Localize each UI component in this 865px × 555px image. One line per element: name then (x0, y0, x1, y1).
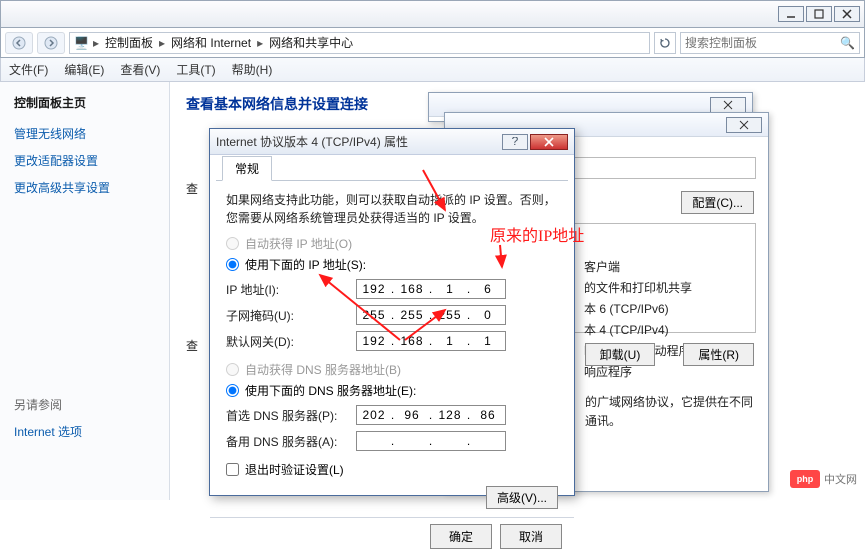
chevron-right-icon: ▸ (257, 36, 263, 50)
sidebar-link-sharing[interactable]: 更改高级共享设置 (14, 179, 155, 196)
close-button[interactable] (530, 134, 568, 150)
back-button[interactable] (5, 32, 33, 54)
sidebar-link-wireless[interactable]: 管理无线网络 (14, 125, 155, 142)
tab-general[interactable]: 常规 (222, 156, 272, 181)
radio-auto-dns[interactable]: 自动获得 DNS 服务器地址(B) (226, 361, 558, 378)
ipv4-properties-dialog: Internet 协议版本 4 (TCP/IPv4) 属性 ? 常规 如果网络支… (209, 128, 575, 496)
chevron-right-icon: ▸ (93, 36, 99, 50)
radio-manual-ip[interactable]: 使用下面的 IP 地址(S): (226, 256, 558, 273)
protocol-note: 的广域网络协议，它提供在不同通讯。 (585, 393, 754, 431)
watermark: php 中文网 (790, 470, 857, 488)
sidebar-link-adapter[interactable]: 更改适配器设置 (14, 152, 155, 169)
dns1-field[interactable]: 202.96.128.86 (356, 405, 506, 425)
advanced-button[interactable]: 高级(V)... (486, 486, 558, 509)
close-icon[interactable] (710, 97, 746, 113)
menu-help[interactable]: 帮助(H) (232, 61, 273, 78)
gateway-label: 默认网关(D): (226, 333, 356, 350)
chevron-right-icon: ▸ (159, 36, 165, 50)
maximize-button[interactable] (806, 6, 832, 22)
properties-button[interactable]: 属性(R) (683, 343, 754, 366)
menu-view[interactable]: 查看(V) (120, 61, 160, 78)
breadcrumb-root[interactable]: 控制面板 (103, 34, 155, 51)
svg-text:?: ? (512, 137, 519, 147)
dialog-title: Internet 协议版本 4 (TCP/IPv4) 属性 (216, 133, 408, 150)
breadcrumb-mid[interactable]: 网络和 Internet (169, 34, 253, 51)
minimize-button[interactable] (778, 6, 804, 22)
watermark-logo: php (790, 470, 820, 488)
uninstall-button[interactable]: 卸载(U) (585, 343, 656, 366)
checkbox-input[interactable] (226, 463, 239, 476)
refresh-button[interactable] (654, 32, 676, 54)
sidebar: 控制面板主页 管理无线网络 更改适配器设置 更改高级共享设置 另请参阅 Inte… (0, 82, 170, 500)
dns2-label: 备用 DNS 服务器(A): (226, 433, 356, 450)
list-item[interactable]: 客户端 (584, 258, 749, 275)
ip-address-field[interactable]: 192.168.1.6 (356, 279, 506, 299)
list-item[interactable]: 的文件和打印机共享 (584, 279, 749, 296)
radio-manual-dns[interactable]: 使用下面的 DNS 服务器地址(E): (226, 382, 558, 399)
dns2-field[interactable]: ... (356, 431, 506, 451)
search-input[interactable] (685, 36, 840, 50)
tab-row: 常规 (216, 159, 568, 181)
radio-auto-ip[interactable]: 自动获得 IP 地址(O) (226, 235, 558, 252)
forward-button[interactable] (37, 32, 65, 54)
validate-checkbox-row[interactable]: 退出时验证设置(L) (226, 461, 558, 478)
ip-address-label: IP 地址(I): (226, 281, 356, 298)
sidebar-heading[interactable]: 控制面板主页 (14, 94, 155, 111)
window-titlebar (0, 0, 865, 28)
search-icon: 🔍 (840, 36, 855, 50)
close-button[interactable] (834, 6, 860, 22)
watermark-text: 中文网 (824, 471, 857, 487)
radio-input[interactable] (226, 363, 239, 376)
radio-input[interactable] (226, 384, 239, 397)
menu-edit[interactable]: 编辑(E) (64, 61, 104, 78)
breadcrumb-leaf[interactable]: 网络和共享中心 (267, 34, 355, 51)
ok-button[interactable]: 确定 (430, 524, 492, 549)
subnet-mask-label: 子网掩码(U): (226, 307, 356, 324)
help-button[interactable]: ? (502, 134, 528, 150)
description-text: 如果网络支持此功能，则可以获取自动指派的 IP 设置。否则，您需要从网络系统管理… (226, 191, 558, 227)
computer-icon: 🖥️ (74, 36, 89, 50)
configure-button[interactable]: 配置(C)... (681, 191, 754, 214)
menu-file[interactable]: 文件(F) (9, 61, 48, 78)
radio-input[interactable] (226, 237, 239, 250)
dns1-label: 首选 DNS 服务器(P): (226, 407, 356, 424)
subnet-mask-field[interactable]: 255.255.255.0 (356, 305, 506, 325)
sidebar-also-label: 另请参阅 (14, 396, 155, 413)
list-item[interactable]: 本 4 (TCP/IPv4) (584, 321, 749, 338)
cancel-button[interactable]: 取消 (500, 524, 562, 549)
breadcrumb[interactable]: 🖥️ ▸ 控制面板 ▸ 网络和 Internet ▸ 网络和共享中心 (69, 32, 650, 54)
menu-tools[interactable]: 工具(T) (176, 61, 215, 78)
gateway-field[interactable]: 192.168.1.1 (356, 331, 506, 351)
menu-bar: 文件(F) 编辑(E) 查看(V) 工具(T) 帮助(H) (0, 58, 865, 82)
sidebar-link-internet-options[interactable]: Internet 选项 (14, 423, 155, 440)
list-item[interactable]: 本 6 (TCP/IPv6) (584, 300, 749, 317)
address-bar-row: 🖥️ ▸ 控制面板 ▸ 网络和 Internet ▸ 网络和共享中心 🔍 (0, 28, 865, 58)
radio-input[interactable] (226, 258, 239, 271)
close-icon[interactable] (726, 117, 762, 133)
search-box[interactable]: 🔍 (680, 32, 860, 54)
